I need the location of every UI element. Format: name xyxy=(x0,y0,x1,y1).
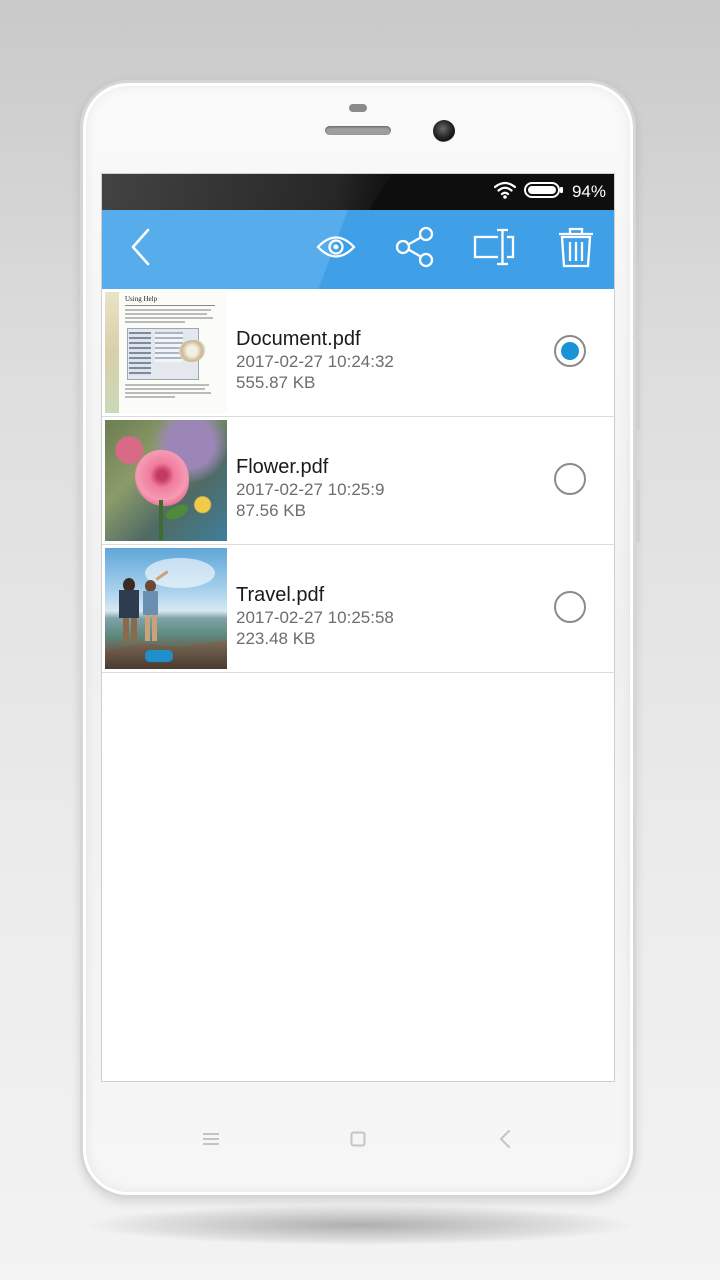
rename-button[interactable] xyxy=(468,210,522,289)
file-name: Document.pdf xyxy=(236,328,361,350)
file-date: 2017-02-27 10:25:58 xyxy=(236,608,394,627)
home-key[interactable] xyxy=(344,1118,372,1164)
menu-key[interactable] xyxy=(197,1118,225,1164)
system-nav-bar xyxy=(101,1118,615,1164)
phone-shadow xyxy=(90,1205,630,1245)
volume-down-button xyxy=(636,340,640,430)
delete-button[interactable] xyxy=(550,210,602,289)
file-size: 555.87 KB xyxy=(236,373,316,392)
file-info: Document.pdf 2017-02-27 10:24:32 555.87 … xyxy=(236,327,394,393)
phone-screen: 94% Using Help Document.pdf 2017-02-27 1… xyxy=(101,173,615,1082)
file-date: 2017-02-27 10:25:9 xyxy=(236,480,385,499)
travel-thumbnail xyxy=(105,548,227,669)
select-radio[interactable] xyxy=(554,591,586,623)
file-name: Travel.pdf xyxy=(236,584,325,606)
list-item[interactable]: Flower.pdf 2017-02-27 10:25:9 87.56 KB xyxy=(102,417,614,545)
volume-up-button xyxy=(636,265,640,325)
select-radio[interactable] xyxy=(554,335,586,367)
back-key[interactable] xyxy=(491,1118,519,1164)
action-toolbar xyxy=(102,210,614,289)
select-radio[interactable] xyxy=(554,463,586,495)
power-button xyxy=(636,480,640,542)
share-icon xyxy=(393,225,437,274)
file-info: Flower.pdf 2017-02-27 10:25:9 87.56 KB xyxy=(236,455,384,521)
wifi-icon xyxy=(493,181,517,204)
share-button[interactable] xyxy=(388,210,442,289)
trash-icon xyxy=(557,225,595,274)
status-icons: 94% xyxy=(493,174,606,210)
file-size: 87.56 KB xyxy=(236,501,306,520)
status-bar-glare xyxy=(102,174,392,210)
document-thumbnail: Using Help xyxy=(105,292,227,413)
flower-thumbnail xyxy=(105,420,227,541)
file-size: 223.48 KB xyxy=(236,629,316,648)
back-button[interactable] xyxy=(116,210,166,289)
file-list: Using Help Document.pdf 2017-02-27 10:24… xyxy=(102,289,614,673)
proximity-sensor xyxy=(349,104,367,112)
list-item[interactable]: Travel.pdf 2017-02-27 10:25:58 223.48 KB xyxy=(102,545,614,673)
battery-percent: 94% xyxy=(571,182,606,201)
preview-button[interactable] xyxy=(310,210,362,289)
rename-icon xyxy=(473,227,517,272)
earpiece-speaker xyxy=(325,126,391,135)
chevron-left-icon xyxy=(128,227,154,272)
thumbnail-title: Using Help xyxy=(125,295,158,303)
file-info: Travel.pdf 2017-02-27 10:25:58 223.48 KB xyxy=(236,583,394,649)
list-item[interactable]: Using Help Document.pdf 2017-02-27 10:24… xyxy=(102,289,614,417)
file-name: Flower.pdf xyxy=(236,456,329,478)
battery-icon xyxy=(523,181,564,204)
status-bar: 94% xyxy=(102,174,614,210)
home-icon xyxy=(350,1131,366,1152)
menu-icon xyxy=(202,1132,220,1151)
eye-icon xyxy=(316,234,356,265)
front-camera xyxy=(433,120,455,142)
file-date: 2017-02-27 10:24:32 xyxy=(236,352,394,371)
back-icon xyxy=(499,1129,511,1153)
